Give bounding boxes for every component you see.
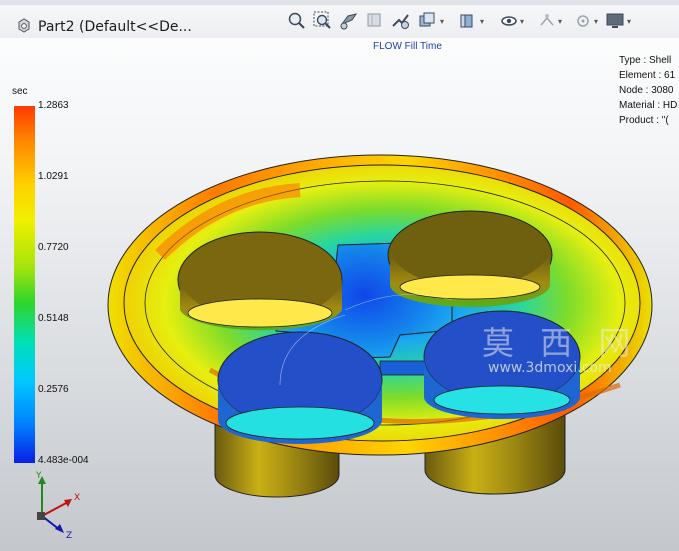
legend-tick-3: 0.7720 — [38, 242, 69, 253]
info-product: Product : "( — [619, 115, 669, 126]
info-node: Node : 3080 — [619, 85, 674, 96]
legend-tick-5: 0.2576 — [38, 384, 69, 395]
apply-scene-icon[interactable] — [536, 10, 558, 32]
view-orientation-icon[interactable] — [390, 10, 412, 32]
legend-unit: sec — [12, 86, 28, 97]
section-view-icon[interactable] — [364, 10, 386, 32]
apply-scene-dropdown-icon[interactable]: ▾ — [558, 17, 566, 26]
cavity-hole-top-right — [387, 210, 553, 307]
info-type: Type : Shell — [619, 55, 672, 66]
part-title[interactable]: Part2 (Default<<De... — [38, 19, 192, 35]
zoom-to-area-icon[interactable] — [312, 10, 334, 32]
legend-tick-2: 1.0291 — [38, 171, 69, 182]
legend-tick-min: 4.483e-004 — [38, 455, 89, 466]
legend-tick-max: 1.2863 — [38, 100, 69, 111]
info-material: Material : HD — [619, 100, 678, 111]
info-element: Element : 61 — [619, 70, 676, 81]
watermark-chinese: 莫 西 网 — [482, 324, 639, 362]
edit-appearance-icon[interactable] — [498, 10, 520, 32]
zoom-to-fit-icon[interactable] — [286, 10, 308, 32]
triad-x-label: X — [74, 493, 80, 503]
monitor-dropdown-icon[interactable]: ▾ — [627, 17, 635, 26]
top-bar: Part2 (Default<<De... ▾ ▾ ▾ ▾ ▾ ▾ — [0, 0, 679, 38]
rotate-view-icon[interactable] — [338, 10, 360, 32]
triad-y-label: Y — [35, 471, 42, 481]
cavity-hole-top-left — [177, 231, 343, 331]
axis-triad[interactable]: Y X Z — [28, 470, 88, 540]
watermark: 莫 西 网 www.3dmoxi.com — [482, 318, 638, 376]
hide-show-dropdown-icon[interactable]: ▾ — [480, 17, 488, 26]
result-info: Type : Shell Element : 61 Node : 3080 Ma… — [619, 55, 677, 130]
view-settings-icon[interactable] — [572, 10, 594, 32]
monitor-icon[interactable] — [604, 10, 626, 32]
cavity-hole-bottom-left — [217, 331, 383, 444]
part-icon — [18, 18, 30, 33]
display-style-icon[interactable] — [416, 10, 438, 32]
hide-show-icon[interactable] — [456, 10, 478, 32]
display-style-dropdown-icon[interactable]: ▾ — [440, 17, 448, 26]
triad-z-label: Z — [66, 531, 72, 540]
view-settings-dropdown-icon[interactable]: ▾ — [594, 17, 602, 26]
top-bar-strip — [0, 0, 679, 5]
legend-tick-4: 0.5148 — [38, 313, 69, 324]
simulation-title: FLOW Fill Time — [373, 41, 442, 52]
edit-appearance-dropdown-icon[interactable]: ▾ — [520, 17, 528, 26]
legend-color-bar — [14, 106, 35, 463]
